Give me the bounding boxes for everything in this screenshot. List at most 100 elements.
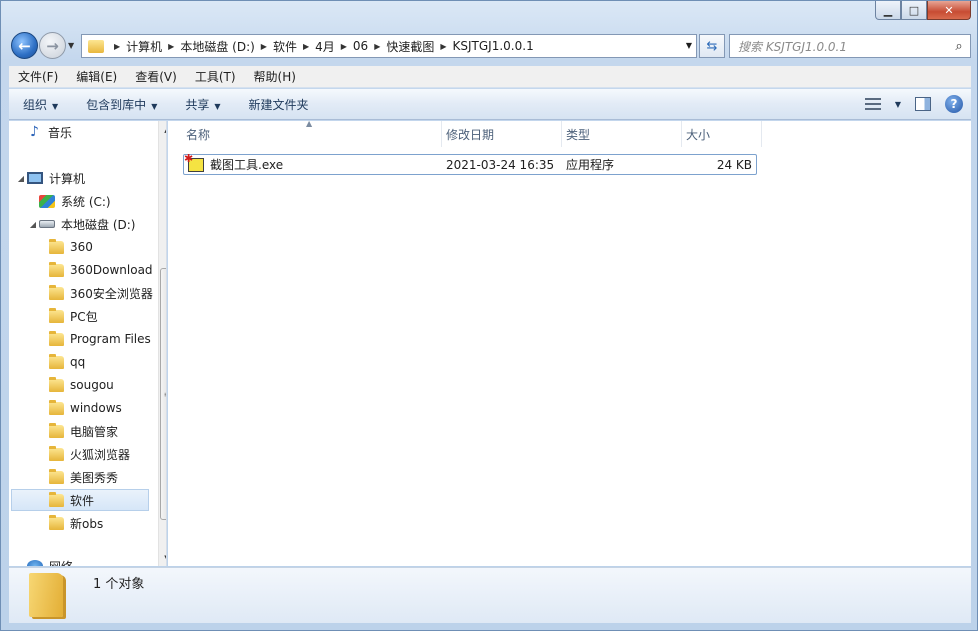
folder-icon [49, 353, 64, 369]
help-icon[interactable]: ? [945, 95, 963, 113]
tree-expand-icon[interactable]: ◢ [15, 174, 27, 183]
breadcrumb-root-arrow[interactable]: ▶ [108, 35, 126, 57]
nav-folder[interactable]: 火狐浏览器 [49, 443, 166, 465]
table-row[interactable]: 截图工具.exe 2021-03-24 16:35 应用程序 24 KB [183, 152, 757, 175]
recent-pages-dropdown[interactable]: ▼ [68, 41, 74, 50]
nav-scrollbar[interactable]: ▲ ≡ ▼ [158, 121, 166, 566]
nav-folder[interactable]: 电脑管家 [49, 420, 166, 442]
column-header-modified[interactable]: 修改日期 [442, 121, 562, 147]
back-button[interactable]: ← [11, 32, 38, 59]
nav-item-system-drive[interactable]: 系统 (C:) [39, 190, 166, 212]
windows-drive-icon [39, 194, 55, 208]
breadcrumb-item[interactable]: 计算机 ▶ [126, 35, 180, 57]
scroll-up-icon[interactable]: ▲ [159, 121, 166, 138]
menu-help[interactable]: 帮助(H) [245, 68, 305, 85]
arrow-right-icon: → [46, 36, 59, 55]
breadcrumb-item[interactable]: 快速截图 ▶ [386, 35, 452, 57]
nav-folder[interactable]: qq [49, 351, 166, 373]
nav-folder[interactable]: Program Files [49, 328, 166, 350]
chevron-down-icon: ▼ [52, 101, 59, 111]
view-options-icon[interactable] [864, 98, 881, 110]
nav-folder[interactable]: 360 [49, 236, 166, 258]
nav-item-music[interactable]: ♪ 音乐 [27, 121, 166, 143]
column-header-label: 名称 [186, 127, 211, 142]
folder-icon [49, 284, 64, 300]
include-in-library-button[interactable]: 包含到库中 ▼ [72, 96, 171, 113]
address-history-dropdown[interactable]: ▼ [686, 41, 692, 50]
nav-item-label: 新obs [70, 516, 104, 531]
computer-icon [27, 172, 43, 184]
nav-folder[interactable]: 新obs [49, 512, 166, 534]
chevron-right-icon: ▶ [302, 41, 310, 51]
nav-folder[interactable]: windows [49, 397, 166, 419]
minimize-button[interactable]: ▁ [875, 1, 901, 20]
application-icon [184, 152, 204, 172]
close-button[interactable]: ✕ [927, 1, 971, 20]
organize-label: 组织 [23, 97, 48, 112]
menu-file[interactable]: 文件(F) [9, 68, 67, 85]
menu-tools[interactable]: 工具(T) [186, 68, 245, 85]
new-folder-button[interactable]: 新建文件夹 [235, 96, 323, 113]
chevron-right-icon: ▶ [114, 41, 121, 51]
folder-icon [49, 238, 64, 254]
tree-expand-icon[interactable]: ◢ [27, 220, 39, 229]
nav-item-label: 360Download [70, 263, 153, 277]
column-header-name[interactable]: 名称 ▲ [182, 119, 442, 147]
breadcrumb-item[interactable]: 06 ▶ [353, 35, 386, 57]
menu-edit[interactable]: 编辑(E) [67, 68, 126, 85]
arrow-left-icon: ← [18, 36, 31, 55]
column-header-type[interactable]: 类型 [562, 121, 682, 147]
chevron-right-icon: ▶ [440, 41, 447, 51]
search-box[interactable]: 搜索 KSJTGJ1.0.0.1 ⌕ [729, 34, 971, 58]
breadcrumb-label: 计算机 [126, 39, 163, 54]
hard-drive-icon [39, 220, 55, 228]
breadcrumb-label: 本地磁盘 (D:) [180, 39, 255, 54]
column-header-label: 大小 [686, 127, 711, 142]
forward-button[interactable]: → [39, 32, 66, 59]
nav-folder[interactable]: sougou [49, 374, 166, 396]
command-bar: 组织 ▼ 包含到库中 ▼ 共享 ▼ 新建文件夹 ▼ ? [9, 89, 971, 120]
folder-icon [49, 307, 64, 323]
refresh-button[interactable]: ⇆ [699, 34, 725, 58]
view-controls: ▼ ? [864, 95, 963, 113]
refresh-icon: ⇆ [706, 38, 718, 54]
view-options-dropdown[interactable]: ▼ [895, 100, 901, 109]
nav-item-label: 计算机 [49, 171, 86, 186]
column-header-size[interactable]: 大小 [682, 121, 762, 147]
maximize-button[interactable]: □ [901, 1, 927, 20]
chevron-down-icon: ▼ [151, 101, 158, 111]
share-button[interactable]: 共享 ▼ [171, 96, 234, 113]
nav-item-network[interactable]: 网络 [27, 555, 166, 566]
breadcrumb-item[interactable]: 软件 ▶ [273, 35, 315, 57]
nav-item-label: 360 [70, 240, 93, 254]
preview-pane-icon[interactable] [915, 97, 931, 111]
nav-item-label: 本地磁盘 (D:) [61, 217, 136, 232]
breadcrumb-item[interactable]: 本地磁盘 (D:) ▶ [180, 35, 273, 57]
nav-folder[interactable]: 360安全浏览器 [49, 282, 166, 304]
file-size: 24 KB [716, 157, 752, 172]
search-input[interactable]: 搜索 KSJTGJ1.0.0.1 [738, 38, 948, 55]
column-header-label: 修改日期 [446, 127, 495, 142]
folder-icon [49, 514, 64, 530]
column-headers: 名称 ▲ 修改日期 类型 大小 [182, 119, 762, 147]
search-icon[interactable]: ⌕ [948, 39, 970, 54]
scroll-down-icon[interactable]: ▼ [159, 549, 166, 566]
breadcrumb-item-current[interactable]: KSJTGJ1.0.0.1 [453, 35, 534, 57]
breadcrumb-label: KSJTGJ1.0.0.1 [452, 39, 534, 53]
address-bar[interactable]: ▶ 计算机 ▶ 本地磁盘 (D:) ▶ 软件 ▶ 4月 ▶ 06 ▶ 快速截图 ▶ KSJT… [81, 34, 697, 58]
scrollbar-thumb[interactable]: ≡ [160, 268, 166, 520]
nav-item-label: windows [70, 401, 122, 415]
breadcrumb-item[interactable]: 4月 ▶ [315, 35, 353, 57]
organize-button[interactable]: 组织 ▼ [9, 96, 72, 113]
menu-view[interactable]: 查看(V) [126, 68, 186, 85]
nav-item-label: 火狐浏览器 [70, 447, 131, 462]
nav-folder[interactable]: PC包 [49, 305, 166, 327]
nav-folder[interactable]: 360Download [49, 259, 166, 281]
nav-folder-selected[interactable]: 软件 [11, 489, 149, 511]
network-icon [27, 560, 43, 566]
nav-item-computer[interactable]: ◢ 计算机 [15, 167, 155, 189]
nav-item-label: 音乐 [48, 125, 73, 140]
nav-item-local-drive[interactable]: ◢ 本地磁盘 (D:) [27, 213, 166, 235]
nav-folder[interactable]: 美图秀秀 [49, 466, 166, 488]
nav-item-label: 系统 (C:) [61, 194, 111, 209]
